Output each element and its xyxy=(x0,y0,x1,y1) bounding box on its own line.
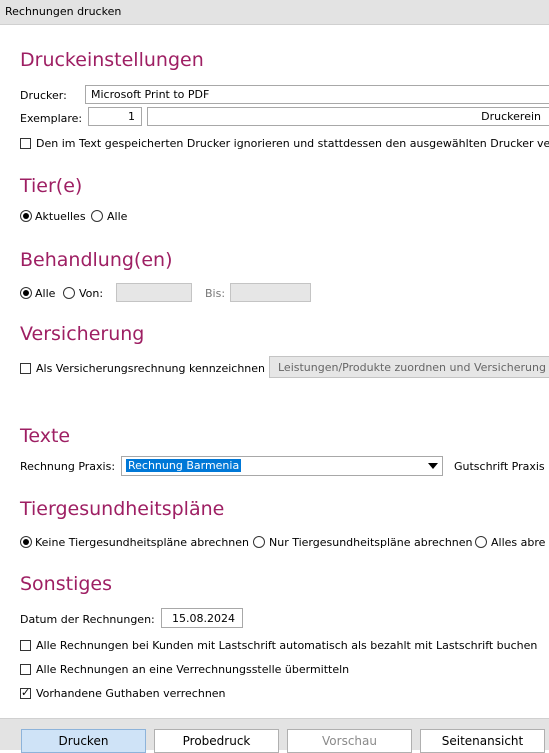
behandlung-von-input[interactable] xyxy=(116,283,192,302)
behandlung-bis-input[interactable] xyxy=(230,283,311,302)
datum-input[interactable]: 15.08.2024 xyxy=(161,608,243,628)
verrechnungsstelle-checkbox[interactable] xyxy=(20,664,31,675)
tgp-alles-radio[interactable] xyxy=(475,536,487,548)
drucker-label: Drucker: xyxy=(20,89,67,102)
rechnung-praxis-select[interactable]: Rechnung Barmenia xyxy=(121,456,443,476)
tgp-keine-label: Keine Tiergesundheitspläne abrechnen xyxy=(35,536,250,549)
tiere-aktuelles-radio[interactable] xyxy=(20,210,32,222)
ignore-printer-label: Den im Text gespeicherten Drucker ignori… xyxy=(36,137,549,150)
tiere-aktuelles-label: Aktuelles xyxy=(35,210,86,223)
section-heading-tiergesundheitsplaene: Tiergesundheitspläne xyxy=(20,498,225,520)
datum-label: Datum der Rechnungen: xyxy=(20,613,155,626)
guthaben-label: Vorhandene Guthaben verrechnen xyxy=(36,687,226,700)
exemplare-input[interactable]: 1 xyxy=(88,107,142,126)
tgp-alles-label: Alles abre xyxy=(491,536,546,549)
tiere-alle-label: Alle xyxy=(107,210,128,223)
behandlung-alle-radio[interactable] xyxy=(20,287,32,299)
drucker-select[interactable]: Microsoft Print to PDF xyxy=(85,85,549,104)
drucken-button[interactable]: Drucken xyxy=(21,729,146,753)
section-heading-behandlungen: Behandlung(en) xyxy=(20,249,173,271)
section-heading-tiere: Tier(e) xyxy=(20,175,83,197)
leistungen-zuordnen-button[interactable]: Leistungen/Produkte zuordnen und Versich… xyxy=(269,356,549,378)
chevron-down-icon xyxy=(428,463,438,469)
behandlung-von-label: Von: xyxy=(79,287,104,300)
guthaben-checkbox[interactable] xyxy=(20,686,31,699)
ignore-printer-checkbox[interactable] xyxy=(20,138,31,149)
window-titlebar: Rechnungen drucken xyxy=(0,0,549,25)
versicherungsrechnung-checkbox[interactable] xyxy=(20,363,31,374)
tiere-alle-radio[interactable] xyxy=(91,210,103,222)
probedruck-button[interactable]: Probedruck xyxy=(154,729,279,753)
gutschrift-praxis-label: Gutschrift Praxis xyxy=(454,460,545,473)
seitenansicht-button[interactable]: Seitenansicht xyxy=(420,729,545,753)
druckereinstellungen-button[interactable]: Druckerein xyxy=(147,107,549,126)
tgp-nur-label: Nur Tiergesundheitspläne abrechnen xyxy=(269,536,473,549)
window-title: Rechnungen drucken xyxy=(5,5,122,18)
section-heading-texte: Texte xyxy=(20,425,71,447)
rechnung-praxis-label: Rechnung Praxis: xyxy=(20,460,116,473)
lastschrift-label: Alle Rechnungen bei Kunden mit Lastschri… xyxy=(36,639,538,652)
vorschau-button[interactable]: Vorschau xyxy=(287,729,412,753)
section-heading-sonstiges: Sonstiges xyxy=(20,573,113,595)
tgp-nur-radio[interactable] xyxy=(253,536,265,548)
verrechnungsstelle-label: Alle Rechnungen an eine Verrechnungsstel… xyxy=(36,663,350,676)
rechnung-praxis-value: Rechnung Barmenia xyxy=(126,459,242,472)
versicherungsrechnung-label: Als Versicherungsrechnung kennzeichnen xyxy=(36,362,266,375)
behandlung-bis-label: Bis: xyxy=(205,287,226,300)
section-heading-druckeinstellungen: Druckeinstellungen xyxy=(20,49,204,71)
behandlung-alle-label: Alle xyxy=(35,287,56,300)
lastschrift-checkbox[interactable] xyxy=(20,640,31,651)
section-heading-versicherung: Versicherung xyxy=(20,323,145,345)
tgp-keine-radio[interactable] xyxy=(20,536,32,548)
exemplare-label: Exemplare: xyxy=(20,112,83,125)
behandlung-von-radio[interactable] xyxy=(63,287,75,299)
